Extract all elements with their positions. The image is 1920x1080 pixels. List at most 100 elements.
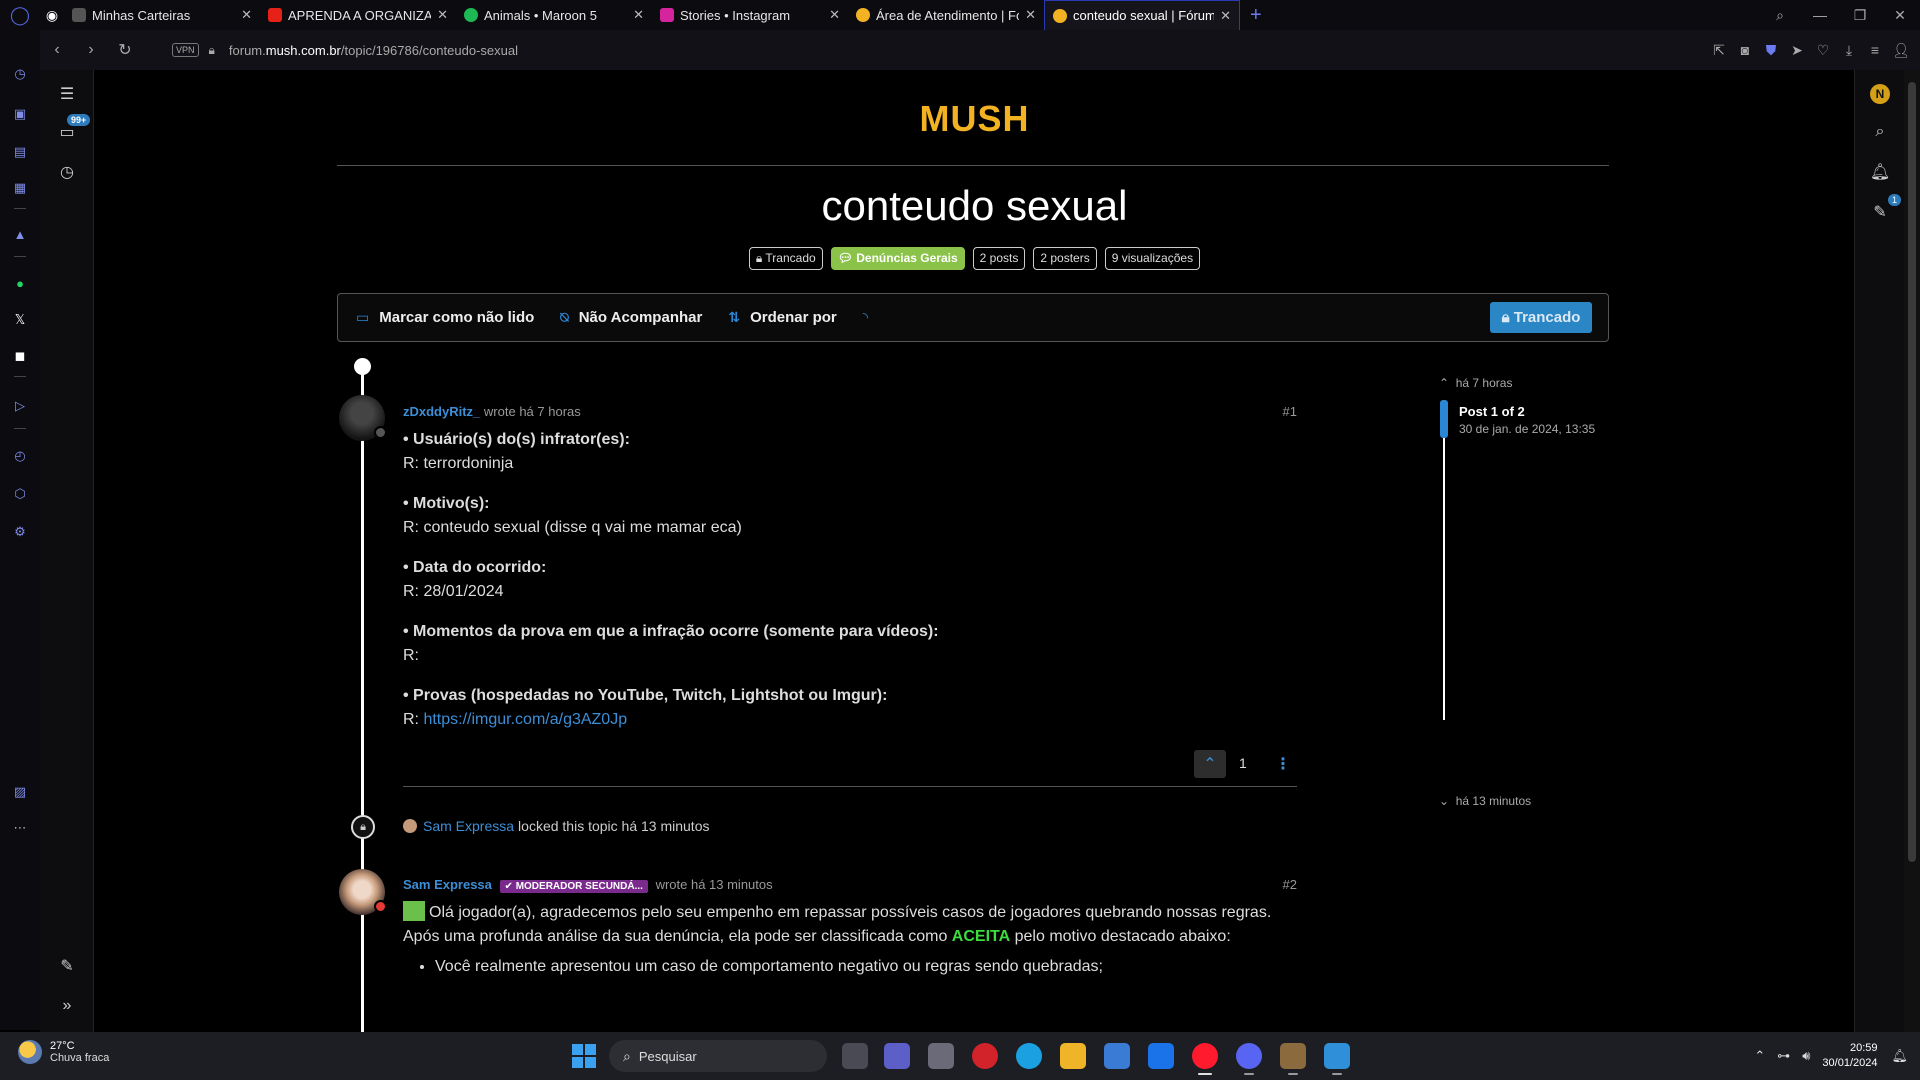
close-tab-icon[interactable]: ✕ xyxy=(633,7,644,23)
lock-event-user[interactable]: Sam Expressa xyxy=(423,818,514,834)
discord-icon[interactable] xyxy=(1236,1043,1262,1075)
user-avatar[interactable]: N xyxy=(1870,84,1890,104)
crypto-wallet-icon[interactable]: ▦ xyxy=(8,176,32,200)
expand-chevrons-icon[interactable]: » xyxy=(55,994,79,1018)
mush-logo[interactable]: MUSH xyxy=(95,98,1854,140)
tab-atendimento[interactable]: Área de Atendimento | Fór ✕ xyxy=(848,0,1044,30)
task-view-icon[interactable] xyxy=(842,1043,868,1069)
briefcase-icon[interactable]: ▣ xyxy=(8,102,32,126)
post-author[interactable]: zDxddyRitz_ xyxy=(403,404,480,419)
taskbar-search[interactable]: ⌕ Pesquisar xyxy=(609,1040,827,1072)
clock[interactable]: 20:59 30/01/2024 xyxy=(1822,1041,1877,1071)
upvote-button[interactable]: ⌃ xyxy=(1194,750,1226,778)
x-twitter-icon[interactable]: 𝕏 xyxy=(8,308,32,332)
padlock-icon[interactable]: 🔒︎ xyxy=(209,43,215,58)
notification-icon[interactable]: 🔔︎ xyxy=(1891,1048,1908,1064)
history-icon[interactable]: ◴ xyxy=(8,444,32,468)
photos-icon[interactable] xyxy=(1324,1043,1350,1075)
discord-icon[interactable]: ◼ xyxy=(8,344,32,368)
app-red-icon[interactable] xyxy=(972,1043,998,1069)
network-icon[interactable]: ⊶ xyxy=(1777,1048,1790,1064)
category-tag[interactable]: 💬︎ Denúncias Gerais xyxy=(830,247,965,270)
send-icon[interactable]: ➤ xyxy=(1784,42,1810,59)
whatsapp-icon[interactable]: ● xyxy=(8,271,32,295)
brush-icon[interactable]: ✎ xyxy=(55,954,79,978)
teams-icon[interactable] xyxy=(884,1043,910,1069)
menu-icon[interactable]: ≡ xyxy=(1862,42,1888,58)
reload-icon[interactable]: ↻ xyxy=(108,40,142,60)
bell-icon[interactable]: 🔔︎ xyxy=(1868,160,1892,184)
tab-conteudo-sexual[interactable]: conteudo sexual | Fórum M ✕ xyxy=(1044,0,1240,30)
tab-minhas-carteiras[interactable]: Minhas Carteiras ✕ xyxy=(64,0,260,30)
camera-icon[interactable]: ◙ xyxy=(1732,42,1758,58)
download-icon[interactable]: ⤓ xyxy=(1836,42,1862,59)
scroll-to-top-button[interactable]: ⌃ há 7 horas xyxy=(1439,376,1512,390)
avatar[interactable] xyxy=(403,819,417,833)
volume-icon[interactable]: 🔊︎ xyxy=(1802,1048,1810,1064)
scrollbar-thumb[interactable] xyxy=(1908,82,1916,862)
recent-clock-icon[interactable]: ◷ xyxy=(55,160,79,184)
image-icon[interactable]: ▨ xyxy=(8,780,32,804)
mail-icon[interactable] xyxy=(1148,1043,1174,1069)
page-scrollbar[interactable] xyxy=(1904,70,1920,1032)
heart-icon[interactable]: ♡ xyxy=(1810,42,1836,59)
close-tab-icon[interactable]: ✕ xyxy=(829,7,840,23)
scroll-to-bottom-button[interactable]: ⌄ há 13 minutos xyxy=(1439,794,1531,808)
store-icon[interactable] xyxy=(1104,1043,1130,1069)
player-icon[interactable]: ▷ xyxy=(8,394,32,418)
back-icon[interactable]: ‹ xyxy=(40,41,74,59)
close-tab-icon[interactable]: ✕ xyxy=(1025,7,1036,23)
opera-icon[interactable] xyxy=(1192,1043,1218,1075)
start-button[interactable] xyxy=(572,1044,596,1068)
minecraft-icon[interactable] xyxy=(1280,1043,1306,1075)
post-options-icon[interactable]: ⋮ xyxy=(1275,754,1291,774)
share-icon[interactable]: ⇱ xyxy=(1706,42,1732,59)
speed-dial-icon[interactable]: ◷ xyxy=(8,62,32,86)
workspace-icon[interactable]: ◉ xyxy=(40,0,64,30)
edge-icon[interactable] xyxy=(1016,1043,1042,1069)
close-tab-icon[interactable]: ✕ xyxy=(241,7,252,23)
opera-logo-icon[interactable]: ◯ xyxy=(0,0,40,30)
unfollow-button[interactable]: ⍉ Não Acompanhar xyxy=(560,309,702,326)
calculator-icon[interactable] xyxy=(928,1043,954,1069)
shield-icon[interactable]: ⛊ xyxy=(1758,42,1784,59)
scroller-handle[interactable] xyxy=(1440,400,1448,438)
post-number[interactable]: #1 xyxy=(1283,404,1297,419)
tab-youtube[interactable]: APRENDA A ORGANIZAR S ✕ xyxy=(260,0,456,30)
sort-button[interactable]: ⇅ Ordenar por xyxy=(728,309,836,326)
forward-icon[interactable]: › xyxy=(74,41,108,59)
extensions-cube-icon[interactable]: ⬡ xyxy=(8,482,32,506)
aria-icon[interactable]: ▲ xyxy=(8,222,32,246)
profile-icon[interactable]: 👤︎ xyxy=(1888,42,1914,59)
twitch-icon[interactable]: ▤ xyxy=(8,140,32,164)
close-tab-icon[interactable]: ✕ xyxy=(1220,8,1231,24)
locked-button[interactable]: 🔒︎ Trancado xyxy=(1490,302,1592,333)
moderator-badge[interactable]: ✔ MODERADOR SECUNDÁ... xyxy=(499,880,648,893)
settings-gear-icon[interactable]: ⚙ xyxy=(8,520,32,544)
instagram-favicon-icon xyxy=(660,8,674,22)
bell-slash-icon: ⍉ xyxy=(560,309,569,325)
minimize-icon[interactable]: — xyxy=(1800,7,1840,23)
mark-unread-button[interactable]: ▭ Marcar como não lido xyxy=(356,309,534,326)
rss-button[interactable]: ◝ xyxy=(863,309,878,326)
inbox-icon: ▭ xyxy=(356,309,370,325)
tab-instagram[interactable]: Stories • Instagram ✕ xyxy=(652,0,848,30)
vpn-badge[interactable]: VPN xyxy=(172,43,199,57)
imgur-link[interactable]: https://imgur.com/a/g3AZ0Jp xyxy=(423,711,627,728)
tab-spotify[interactable]: Animals • Maroon 5 ✕ xyxy=(456,0,652,30)
post-author[interactable]: Sam Expressa xyxy=(403,877,492,892)
restore-icon[interactable]: ❐ xyxy=(1840,7,1880,24)
file-explorer-icon[interactable] xyxy=(1060,1043,1086,1069)
tab-search-icon[interactable]: ⌕ xyxy=(1760,7,1800,24)
chevron-up-icon[interactable]: ⌃ xyxy=(1754,1048,1765,1064)
close-tab-icon[interactable]: ✕ xyxy=(437,7,448,23)
url-field[interactable]: forum.mush.com.br/topic/196786/conteudo-… xyxy=(229,43,518,58)
post-number[interactable]: #2 xyxy=(1283,877,1297,892)
more-icon[interactable]: ⋯ xyxy=(8,816,32,840)
weather-widget[interactable]: 27°C Chuva fraca xyxy=(18,1040,109,1064)
search-icon[interactable]: ⌕ xyxy=(1868,120,1892,144)
scroller-track[interactable] xyxy=(1443,400,1445,720)
close-window-icon[interactable]: ✕ xyxy=(1880,7,1920,24)
new-tab-icon[interactable]: + xyxy=(1250,4,1262,27)
list-menu-icon[interactable]: ☰ xyxy=(55,82,79,106)
